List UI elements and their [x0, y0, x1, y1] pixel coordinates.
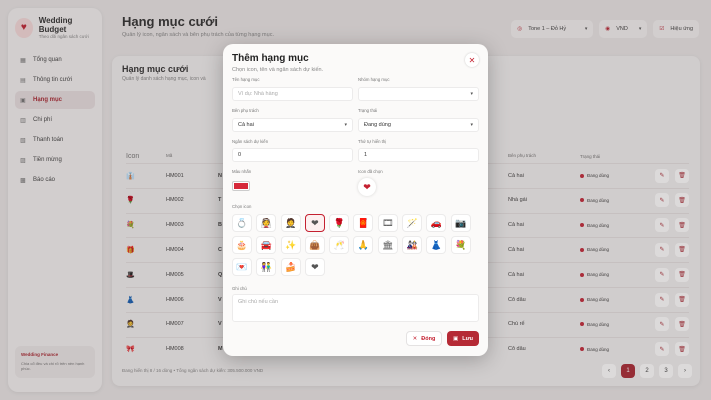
- icon-option[interactable]: 👗: [426, 236, 447, 254]
- icon-option[interactable]: 💐: [450, 236, 471, 254]
- icon-option[interactable]: 🪄: [402, 214, 423, 232]
- order-label: Thứ tự hiển thị: [358, 139, 387, 144]
- group-label: Nhóm hạng mục: [358, 77, 390, 82]
- save-button[interactable]: ▣ Lưu: [447, 331, 479, 346]
- icon-option[interactable]: 🏛: [377, 236, 398, 254]
- budget-input[interactable]: 0: [232, 148, 353, 162]
- owner-label: Bên phụ trách: [232, 108, 259, 113]
- close-icon[interactable]: ✕: [465, 53, 479, 67]
- icon-option[interactable]: 🍰: [280, 258, 301, 276]
- icon-option[interactable]: 🎎: [402, 236, 423, 254]
- chevron-down-icon: ▾: [470, 122, 473, 128]
- save-icon: ▣: [453, 335, 459, 342]
- icon-option[interactable]: 👫: [256, 258, 277, 276]
- chevron-down-icon: ▾: [344, 122, 347, 128]
- order-input[interactable]: 1: [358, 148, 479, 162]
- owner-value: Cả hai: [238, 122, 254, 128]
- icon-option[interactable]: 📷: [450, 214, 471, 232]
- icon-option[interactable]: 🚘: [256, 236, 277, 254]
- picked-heart-icon: ❤: [358, 178, 376, 196]
- color-label: Màu nhấn: [232, 169, 252, 174]
- name-input[interactable]: Ví dụ: Nhà hàng: [232, 87, 353, 101]
- note-textarea[interactable]: Ghi chú nếu cần: [232, 294, 479, 322]
- icon-option[interactable]: 🌹: [329, 214, 350, 232]
- color-picker[interactable]: [232, 181, 250, 191]
- icon-option[interactable]: 💍: [232, 214, 252, 232]
- icon-option[interactable]: ✨: [280, 236, 301, 254]
- icon-option[interactable]: 👜: [304, 236, 325, 254]
- close-button-label: Đóng: [421, 335, 436, 342]
- owner-select[interactable]: Cả hai ▾: [232, 118, 353, 132]
- note-label: Ghi chú: [232, 286, 247, 291]
- icon-option[interactable]: 💌: [232, 258, 252, 276]
- icon-option[interactable]: ❤: [304, 214, 325, 232]
- icon-option[interactable]: ❤: [304, 258, 325, 276]
- icon-option[interactable]: 👰: [256, 214, 277, 232]
- status-value: Đang dùng: [364, 122, 391, 128]
- icon-option[interactable]: 🎞: [377, 214, 398, 232]
- icon-picker-grid: 💍 👰 🤵 ❤ 🌹 🧧 🎞 🪄 🚗 📷 🎂 🚘 ✨ 👜 🥂 🙏 🏛 🎎 👗 💐 💌 👫 🍰 ❤: [232, 214, 482, 276]
- icon-option[interactable]: 🤵: [280, 214, 301, 232]
- name-label: Tên hạng mục: [232, 77, 260, 82]
- color-swatch: [234, 183, 248, 189]
- add-category-modal: Thêm hạng mục Chọn icon, tên và ngân sác…: [223, 44, 488, 356]
- save-button-label: Lưu: [462, 335, 473, 342]
- icon-option[interactable]: 🎂: [232, 236, 252, 254]
- icon-option[interactable]: 🧧: [353, 214, 374, 232]
- status-select[interactable]: Đang dùng ▾: [358, 118, 479, 132]
- icon-option[interactable]: 🥂: [329, 236, 350, 254]
- icon-option[interactable]: 🙏: [353, 236, 374, 254]
- modal-subtitle: Chọn icon, tên và ngân sách dự kiến.: [232, 67, 324, 73]
- chevron-down-icon: ▾: [470, 91, 473, 97]
- close-icon: ✕: [412, 335, 418, 342]
- budget-label: Ngân sách dự kiến: [232, 139, 269, 144]
- icon-picker-label: Chọn icon: [232, 204, 252, 209]
- group-select[interactable]: ▾: [358, 87, 479, 101]
- status-label: Trạng thái: [358, 108, 378, 113]
- picked-icon-label: Icon đã chọn: [358, 169, 383, 174]
- close-button[interactable]: ✕ Đóng: [406, 331, 442, 346]
- icon-option[interactable]: 🚗: [426, 214, 447, 232]
- modal-title: Thêm hạng mục: [232, 53, 309, 64]
